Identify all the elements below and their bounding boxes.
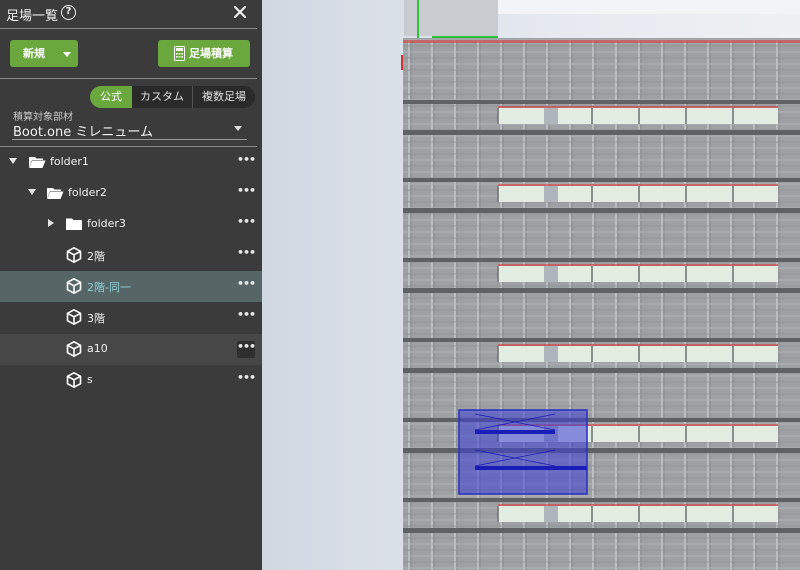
folder-icon — [66, 218, 82, 230]
cube-icon — [66, 278, 82, 294]
tree-item-label: folder1 — [50, 155, 89, 168]
tree-item-label: folder3 — [87, 217, 126, 230]
close-icon[interactable] — [231, 3, 249, 21]
cube-icon — [66, 309, 82, 325]
member-select[interactable]: Boot.one ミレニューム — [12, 119, 247, 140]
tree-item-label: 3階 — [87, 312, 105, 325]
tree-item-label: 2階-同一 — [87, 281, 131, 294]
tab-multiple-scaffold[interactable]: 複数足場 — [193, 86, 255, 108]
panel-title: 足場一覧 — [6, 9, 59, 24]
cube-icon — [66, 341, 82, 357]
more-icon[interactable]: ••• — [237, 309, 256, 326]
toolbar-divider — [0, 78, 257, 79]
chevron-down-icon — [63, 52, 71, 57]
tree-item-folder3[interactable]: folder3 ••• — [0, 209, 262, 240]
cube-icon — [66, 247, 82, 263]
chevron-down-icon[interactable] — [9, 158, 17, 164]
calculator-icon — [174, 46, 185, 61]
selected-scaffold-highlight[interactable] — [458, 409, 588, 495]
new-button-label: 新規 — [23, 47, 45, 60]
more-icon[interactable]: ••• — [237, 247, 256, 264]
tab-group: 公式 カスタム 複数足場 — [90, 86, 255, 108]
tree-item-label: a10 — [87, 342, 108, 355]
more-icon[interactable]: ••• — [237, 341, 256, 358]
tree-item-2f-same[interactable]: 2階-同一 ••• — [0, 271, 262, 302]
new-button[interactable]: 新規 — [10, 40, 78, 67]
scaffold-scene[interactable] — [262, 0, 800, 570]
folder-open-icon — [29, 157, 46, 168]
more-icon[interactable]: ••• — [237, 185, 256, 202]
tree-item-3f[interactable]: 3階 ••• — [0, 302, 262, 333]
tree-item-label: s — [87, 373, 93, 386]
tree-item-s[interactable]: s ••• — [0, 365, 262, 396]
scaffold-estimate-button[interactable]: 足場積算 — [158, 40, 250, 67]
tree-item-folder2[interactable]: folder2 ••• — [0, 178, 262, 209]
chevron-down-icon — [234, 126, 242, 131]
tree-item-a10[interactable]: a10 ••• — [0, 334, 262, 365]
panel-header: 足場一覧 ? — [0, 0, 262, 28]
tree-item-folder1[interactable]: folder1 ••• — [0, 147, 262, 178]
tab-custom[interactable]: カスタム — [132, 86, 193, 108]
help-icon[interactable]: ? — [61, 5, 76, 20]
building-roof-glass — [498, 0, 800, 14]
more-icon[interactable]: ••• — [237, 372, 256, 389]
3d-viewport[interactable] — [262, 0, 800, 570]
scaffold-estimate-label: 足場積算 — [189, 47, 233, 60]
tab-official[interactable]: 公式 — [90, 86, 132, 108]
chevron-down-icon[interactable] — [28, 189, 36, 195]
tree-item-label: folder2 — [68, 186, 107, 199]
member-select-value: Boot.one ミレニューム — [13, 125, 153, 140]
scaffold-list-panel: 足場一覧 ? 新規 足場積算 公式 カスタム 複数足場 積算対象部材 Boot.… — [0, 0, 262, 570]
tree-item-label: 2階 — [87, 250, 105, 263]
tree-item-2f[interactable]: 2階 ••• — [0, 240, 262, 271]
folder-open-icon — [47, 188, 64, 199]
more-icon[interactable]: ••• — [237, 216, 256, 233]
cube-icon — [66, 372, 82, 388]
chevron-right-icon[interactable] — [48, 219, 54, 227]
more-icon[interactable]: ••• — [237, 278, 256, 295]
more-icon[interactable]: ••• — [237, 154, 256, 171]
header-divider — [0, 28, 257, 29]
